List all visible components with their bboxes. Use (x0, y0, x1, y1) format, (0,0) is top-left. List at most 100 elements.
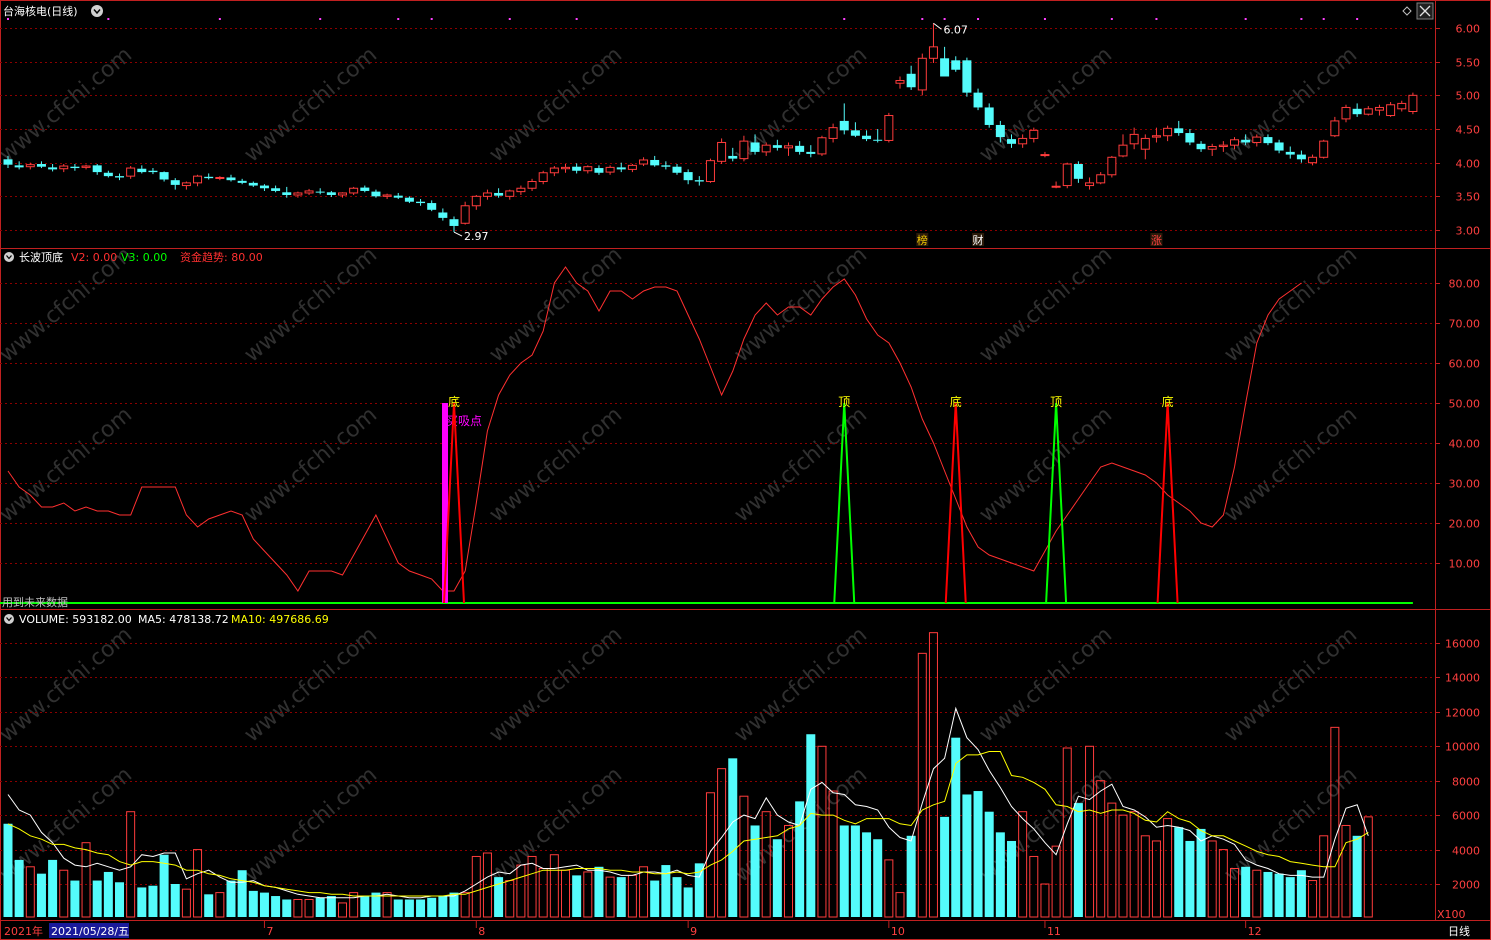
candle-body (48, 167, 58, 170)
candle-body (1397, 102, 1407, 110)
candle-body (1118, 144, 1128, 157)
candle-body (672, 166, 682, 173)
volume-bar (70, 880, 80, 917)
candle-body (115, 176, 124, 178)
candle-body (1285, 151, 1295, 155)
volume-bar (1163, 818, 1173, 918)
candle-body (784, 145, 793, 149)
candle-body (326, 192, 336, 195)
event-dot (921, 18, 924, 20)
candle-body (25, 164, 35, 168)
info-mark: 榜 (917, 233, 928, 247)
price-tick-label: 4.00 (1456, 158, 1481, 171)
candle-body (248, 182, 258, 186)
layout-toggle-icon[interactable] (1402, 6, 1412, 16)
candle-body (271, 188, 281, 191)
candle-body (683, 172, 693, 181)
volume-bar (583, 871, 593, 918)
candle-body (917, 57, 927, 91)
volume-menu-icon[interactable] (4, 614, 14, 624)
volume-bar (259, 892, 269, 917)
candle-body (572, 166, 582, 171)
candle-body (639, 159, 649, 165)
candle-body (1040, 154, 1050, 157)
volume-tick-label: 6000 (1452, 810, 1480, 823)
candle-body (828, 127, 838, 139)
candle-body (1174, 128, 1184, 134)
candle-body (1296, 154, 1306, 160)
watermark-text: www.cfchi.com (240, 622, 382, 747)
indicator-tick-label: 50.00 (1449, 398, 1481, 411)
volume-bar (973, 791, 983, 917)
month-label: 8 (478, 925, 485, 938)
expand-dropdown-icon[interactable] (91, 5, 103, 17)
watermark-text: www.cfchi.com (730, 242, 872, 367)
volume-bar (572, 875, 582, 917)
candle-body (137, 168, 147, 173)
candle-body (873, 139, 883, 141)
volume-bar (282, 899, 292, 917)
volume-bar (694, 863, 704, 917)
candle-body (1330, 120, 1340, 137)
candle-body (237, 180, 247, 183)
event-dot (843, 18, 846, 20)
indicator-v3: V3: 0.00 (121, 251, 167, 264)
volume-bar (1330, 726, 1340, 918)
month-label: 12 (1248, 925, 1262, 938)
candle-body (1218, 144, 1228, 148)
volume-bar (237, 870, 247, 917)
candle-body (627, 164, 637, 170)
volume-bar (48, 859, 58, 917)
candle-body (1408, 94, 1418, 112)
candle-body (951, 60, 961, 70)
event-dot (1110, 18, 1113, 20)
candle-body (1029, 129, 1039, 139)
volume-bar (683, 887, 693, 917)
period-label[interactable]: 日线 (1448, 924, 1470, 938)
candle-body (159, 172, 169, 180)
signal-spike (1156, 402, 1179, 604)
indicator-tick-label: 30.00 (1449, 478, 1481, 491)
volume-bar (728, 758, 738, 917)
candle-body (583, 166, 593, 172)
volume-tick-label: 2000 (1452, 879, 1480, 892)
volume-bar (170, 884, 180, 917)
candle-body (416, 201, 426, 204)
volume-bar (1218, 849, 1228, 918)
candle-body (1274, 142, 1284, 151)
candle-body (661, 165, 671, 167)
close-pane-icon[interactable] (1416, 2, 1434, 20)
event-dot (218, 18, 221, 20)
volume-bar (115, 882, 124, 917)
volume-bar (360, 896, 370, 917)
volume-bar (181, 888, 191, 918)
volume-tick-label: 16000 (1445, 638, 1480, 651)
volume-ma5: MA5: 478138.72 (138, 613, 229, 626)
volume-bar (806, 734, 816, 917)
indicator-menu-icon[interactable] (4, 252, 14, 262)
candle-body (895, 80, 905, 84)
candle-body (1196, 143, 1206, 150)
volume-tick-label: 4000 (1452, 845, 1480, 858)
volume-bar (1129, 811, 1139, 918)
watermark-text: www.cfchi.com (975, 42, 1117, 167)
watermark-text: www.cfchi.com (240, 402, 382, 527)
candle-body (884, 115, 894, 141)
volume-bar (1007, 840, 1016, 917)
volume-bar (1352, 835, 1362, 917)
volume-bar (36, 873, 46, 917)
volume-bar (862, 832, 872, 917)
candle-body (360, 187, 370, 191)
watermark-text: www.cfchi.com (1220, 402, 1362, 527)
watermark-text: www.cfchi.com (730, 622, 872, 747)
candle-body (1185, 133, 1195, 143)
candle-body (438, 212, 448, 218)
candle-body (304, 190, 314, 194)
candle-body (70, 166, 80, 169)
candle-body (795, 145, 805, 152)
stock-title: 台海核电(日线) (3, 4, 78, 18)
candle-body (839, 120, 849, 131)
candle-body (1363, 108, 1373, 115)
volume-bar (304, 898, 314, 918)
volume-bar (1207, 840, 1217, 918)
